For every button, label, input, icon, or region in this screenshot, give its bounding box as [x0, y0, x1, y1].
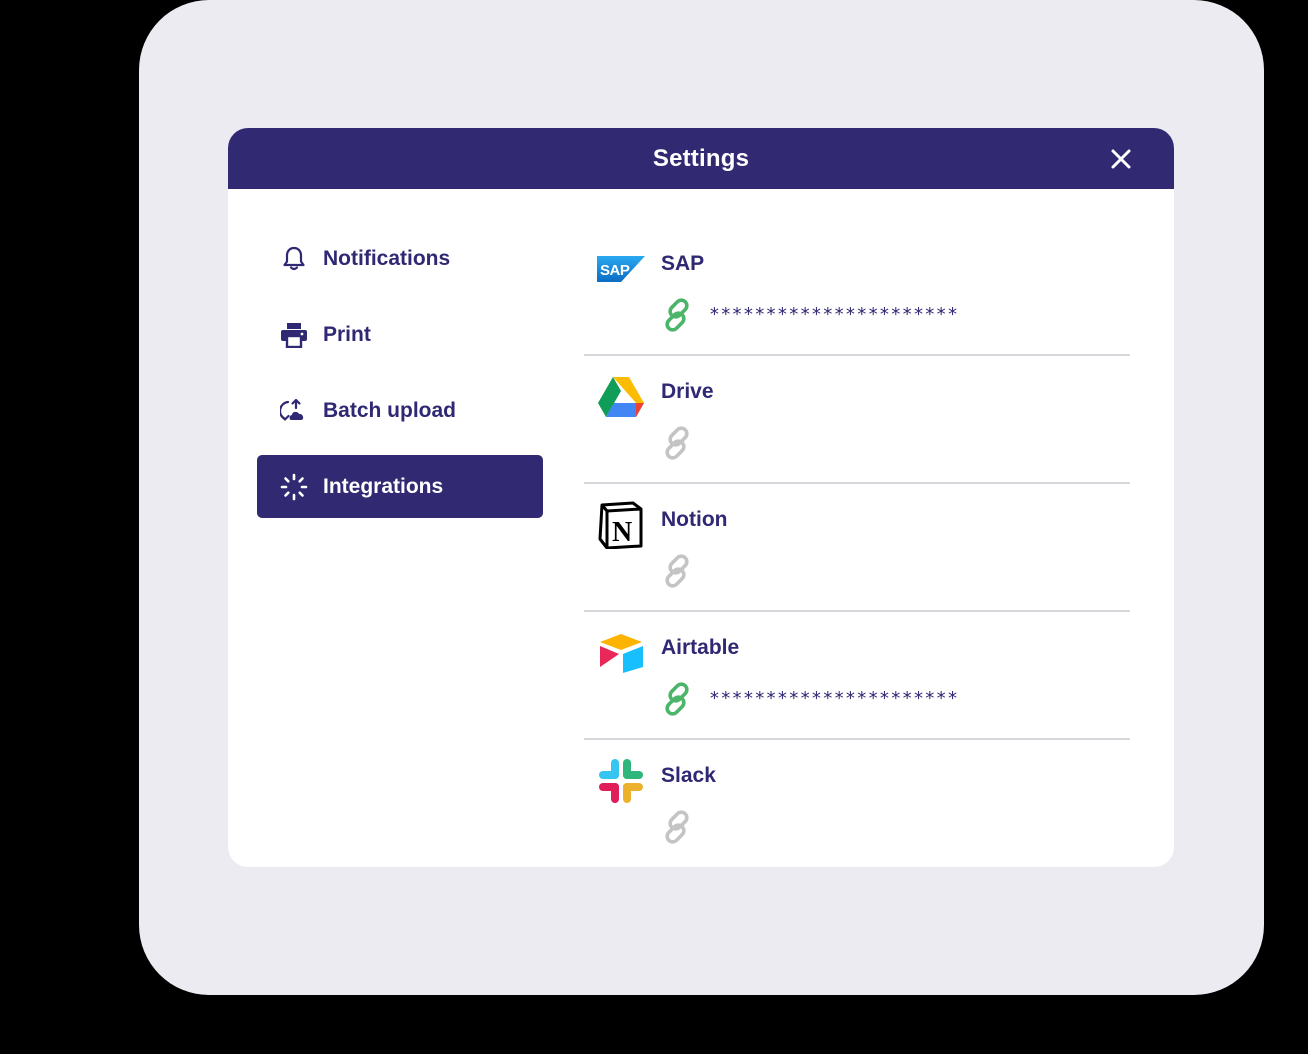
link-icon[interactable]	[658, 552, 696, 590]
link-icon[interactable]	[658, 424, 696, 462]
sidebar-item-label: Print	[323, 322, 371, 346]
airtable-logo	[596, 628, 646, 678]
integration-name: Drive	[661, 380, 714, 403]
batch-upload-icon	[279, 396, 309, 426]
api-key-masked: **********************	[709, 688, 959, 709]
link-icon[interactable]	[658, 296, 696, 334]
integrations-icon	[279, 472, 309, 502]
sap-logo: SAP	[596, 244, 646, 294]
settings-sidebar: Notifications Print Batch upload Integra…	[257, 227, 543, 531]
dialog-header: Settings	[228, 128, 1174, 189]
api-key-masked: **********************	[709, 304, 959, 325]
bell-icon	[279, 244, 309, 274]
integration-name: SAP	[661, 252, 705, 275]
settings-dialog: Settings Notifications Print Batch uploa…	[228, 128, 1174, 867]
close-icon	[1111, 149, 1131, 169]
sidebar-item-batch-upload[interactable]: Batch upload	[257, 379, 543, 442]
dialog-title: Settings	[652, 144, 750, 172]
sidebar-item-label: Notifications	[323, 246, 451, 270]
integration-name: Notion	[661, 508, 728, 531]
integrations-list: SAP SAP ********************** Drive N N…	[584, 228, 1130, 867]
slack-logo	[596, 756, 646, 806]
sidebar-item-label: Batch upload	[323, 398, 457, 422]
svg-text:N: N	[612, 517, 632, 548]
integration-row-slack: Slack	[584, 740, 1130, 867]
google-drive-logo	[596, 372, 646, 422]
sidebar-item-notifications[interactable]: Notifications	[257, 227, 543, 290]
sidebar-item-print[interactable]: Print	[257, 303, 543, 366]
sidebar-item-integrations[interactable]: Integrations	[257, 455, 543, 518]
svg-text:SAP: SAP	[600, 262, 630, 279]
link-icon[interactable]	[658, 680, 696, 718]
integration-name: Slack	[661, 764, 716, 787]
integration-row-airtable: Airtable **********************	[584, 612, 1130, 740]
notion-logo: N	[596, 500, 646, 550]
sidebar-item-label: Integrations	[323, 474, 444, 498]
printer-icon	[279, 320, 309, 350]
integration-row-sap: SAP SAP **********************	[584, 228, 1130, 356]
integration-name: Airtable	[661, 636, 740, 659]
link-icon[interactable]	[658, 808, 696, 846]
integration-row-notion: N Notion	[584, 484, 1130, 612]
close-button[interactable]	[1108, 146, 1134, 172]
integration-row-drive: Drive	[584, 356, 1130, 484]
